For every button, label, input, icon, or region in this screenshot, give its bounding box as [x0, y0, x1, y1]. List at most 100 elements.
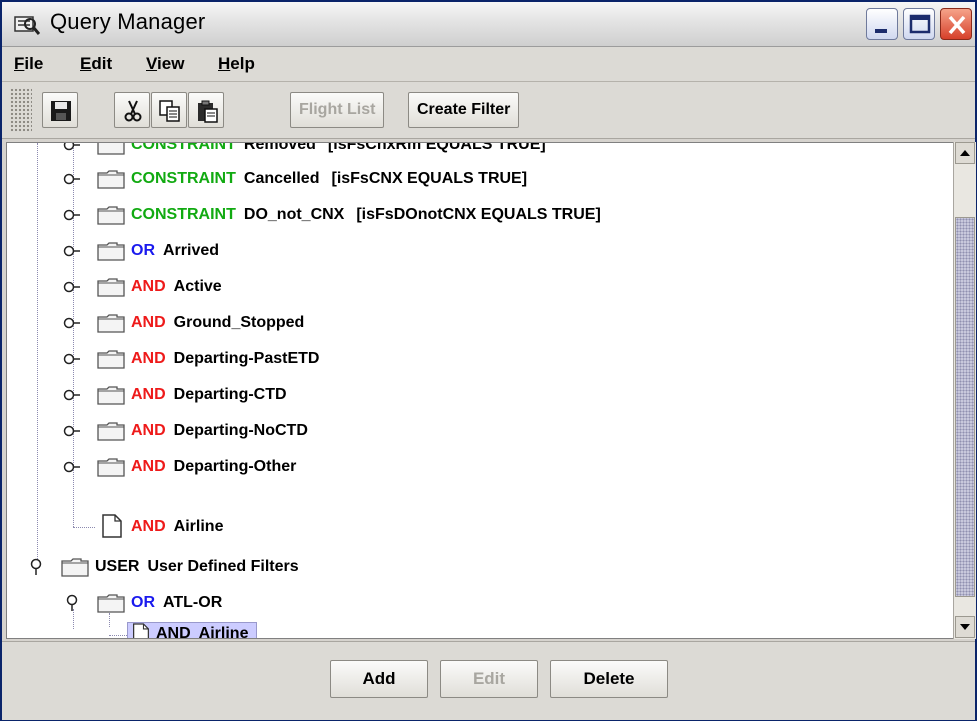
- menu-view-rest: iew: [157, 54, 185, 73]
- tree-row-label: USER User Defined Filters: [95, 558, 299, 576]
- menu-file[interactable]: File: [14, 54, 43, 74]
- maximize-button[interactable]: [903, 8, 935, 40]
- menu-bar: File Edit View Help: [2, 47, 975, 82]
- node-type-and: AND: [131, 458, 166, 475]
- node-type-user: USER: [95, 558, 140, 575]
- tree-connector: [73, 527, 95, 528]
- node-type-and: AND: [131, 422, 166, 439]
- copy-button[interactable]: [151, 92, 187, 128]
- node-type-and: AND: [131, 386, 166, 403]
- minimize-icon: [875, 29, 887, 33]
- expand-handle-icon[interactable]: [63, 350, 81, 368]
- node-type-and: AND: [131, 350, 166, 367]
- expand-handle-icon[interactable]: [63, 142, 81, 154]
- tree-row-label: CONSTRAINT DO_not_CNX [isFsDOnotCNX EQUALS…: [131, 206, 601, 224]
- node-name: Removed: [243, 142, 316, 153]
- node-name: Ground_Stopped: [173, 314, 305, 331]
- toolbar-grip[interactable]: [10, 88, 32, 132]
- folder-icon: [97, 206, 125, 225]
- tree-connector: [37, 143, 38, 567]
- node-name: User Defined Filters: [147, 558, 299, 575]
- node-expression: [isFsCNX EQUALS TRUE]: [331, 170, 528, 187]
- expand-handle-icon[interactable]: [63, 278, 81, 296]
- expand-handle-icon[interactable]: [63, 242, 81, 260]
- node-type-and: AND: [156, 625, 191, 639]
- collapse-handle-icon[interactable]: [63, 594, 81, 612]
- node-name: Active: [173, 278, 222, 295]
- bottom-button-bar: Add Edit Delete: [2, 641, 975, 720]
- node-type-constraint: CONSTRAINT: [131, 206, 236, 223]
- tree-row-label: AND Ground_Stopped: [131, 314, 304, 332]
- tree-connector: [73, 609, 74, 629]
- scroll-thumb[interactable]: [955, 217, 975, 597]
- node-type-or: OR: [131, 242, 155, 259]
- folder-icon: [97, 170, 125, 189]
- arrow-up-icon: [960, 150, 970, 156]
- folder-icon: [97, 242, 125, 261]
- query-tree[interactable]: CONSTRAINT Removed [isFsCnxRm EQUALS TRUE]…: [6, 142, 954, 639]
- delete-button[interactable]: Delete: [550, 660, 668, 698]
- save-button[interactable]: [42, 92, 78, 128]
- add-button[interactable]: Add: [330, 660, 428, 698]
- tree-row-label: AND Departing-Other: [131, 458, 296, 476]
- node-name: Arrived: [163, 242, 220, 259]
- node-name: Departing-NoCTD: [173, 422, 308, 439]
- cut-button[interactable]: [114, 92, 150, 128]
- expand-handle-icon[interactable]: [63, 206, 81, 224]
- menu-help[interactable]: Help: [218, 54, 255, 74]
- folder-icon: [97, 314, 125, 333]
- node-type-and: AND: [131, 314, 166, 331]
- folder-icon: [97, 278, 125, 297]
- folder-icon: [97, 422, 125, 441]
- expand-handle-icon[interactable]: [63, 314, 81, 332]
- close-button[interactable]: [940, 8, 972, 40]
- node-type-constraint: CONSTRAINT: [131, 142, 236, 153]
- minimize-button[interactable]: [866, 8, 898, 40]
- window-title: Query Manager: [50, 9, 206, 34]
- expand-handle-icon[interactable]: [63, 458, 81, 476]
- title-bar[interactable]: Query Manager: [2, 2, 975, 47]
- folder-icon: [97, 594, 125, 613]
- node-name: ATL-OR: [163, 594, 223, 611]
- tree-row-label: CONSTRAINT Cancelled [isFsCNX EQUALS TRUE]: [131, 170, 527, 188]
- expand-handle-icon[interactable]: [63, 422, 81, 440]
- menu-edit-rest: dit: [91, 54, 113, 73]
- node-name: Airline: [173, 518, 224, 535]
- edit-button[interactable]: Edit: [440, 660, 538, 698]
- vertical-scrollbar[interactable]: [953, 142, 976, 639]
- create-filter-button[interactable]: Create Filter: [408, 92, 520, 128]
- tree-row-label: CONSTRAINT Removed [isFsCnxRm EQUALS TRUE]: [131, 142, 546, 154]
- menu-view-mnemonic: V: [146, 54, 158, 73]
- collapse-handle-icon[interactable]: [27, 558, 45, 576]
- copy-icon: [159, 100, 180, 122]
- tree-row-label: AND Airline: [127, 622, 258, 639]
- cut-icon: [124, 100, 142, 122]
- node-name: Departing-CTD: [173, 386, 287, 403]
- save-icon: [51, 101, 71, 121]
- node-type-and: AND: [131, 518, 166, 535]
- menu-file-mnemonic: F: [14, 54, 25, 73]
- expand-handle-icon[interactable]: [63, 386, 81, 404]
- menu-help-mnemonic: H: [218, 54, 231, 73]
- selection-highlight: AND Airline: [127, 622, 258, 639]
- tree-row-label: OR Arrived: [131, 242, 219, 260]
- tree-connector: [109, 613, 110, 627]
- node-type-constraint: CONSTRAINT: [131, 170, 236, 187]
- menu-help-rest: elp: [230, 54, 255, 73]
- tree-row-label: AND Departing-PastETD: [131, 350, 319, 368]
- scroll-down-button[interactable]: [955, 616, 975, 638]
- menu-view[interactable]: View: [146, 54, 184, 74]
- scroll-up-button[interactable]: [955, 142, 975, 164]
- flight-list-button[interactable]: Flight List: [290, 92, 385, 128]
- menu-edit-mnemonic: E: [80, 54, 92, 73]
- expand-handle-icon[interactable]: [63, 170, 81, 188]
- node-expression: [isFsCnxRm EQUALS TRUE]: [327, 142, 546, 153]
- folder-icon: [61, 558, 89, 577]
- menu-edit[interactable]: Edit: [80, 54, 112, 74]
- query-manager-window: Query Manager File Edit View Help Flight…: [0, 0, 977, 721]
- paste-button[interactable]: [188, 92, 224, 128]
- node-name: Departing-PastETD: [173, 350, 320, 367]
- tree-row-label: AND Departing-NoCTD: [131, 422, 308, 440]
- paste-icon: [198, 100, 218, 123]
- tree-connector: [109, 635, 127, 636]
